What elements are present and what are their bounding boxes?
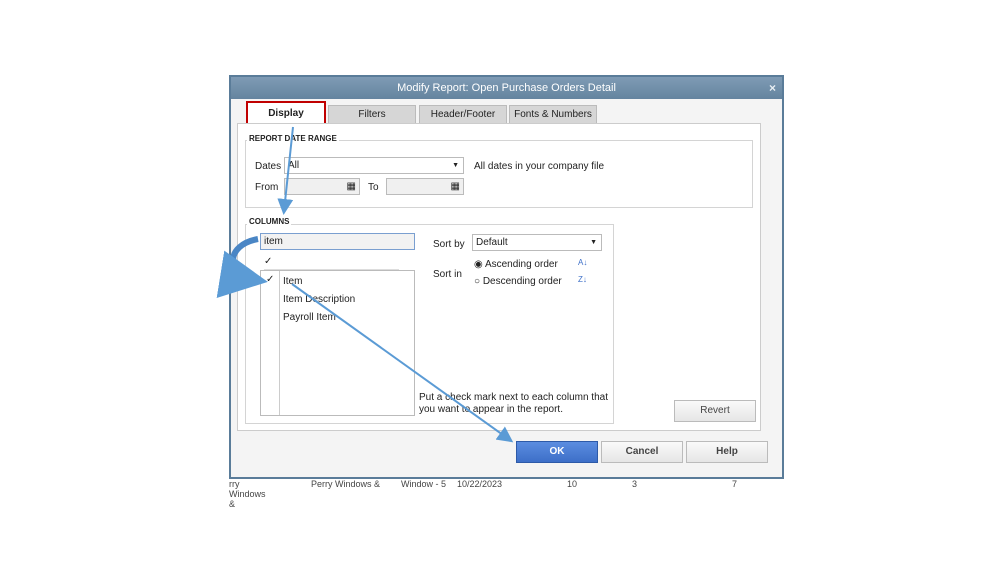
arrow-search-to-item (216, 236, 268, 298)
annotation-arrows (216, 126, 514, 443)
arrow-item-to-ok (291, 283, 514, 443)
arrow-display-to-columns (277, 126, 294, 215)
